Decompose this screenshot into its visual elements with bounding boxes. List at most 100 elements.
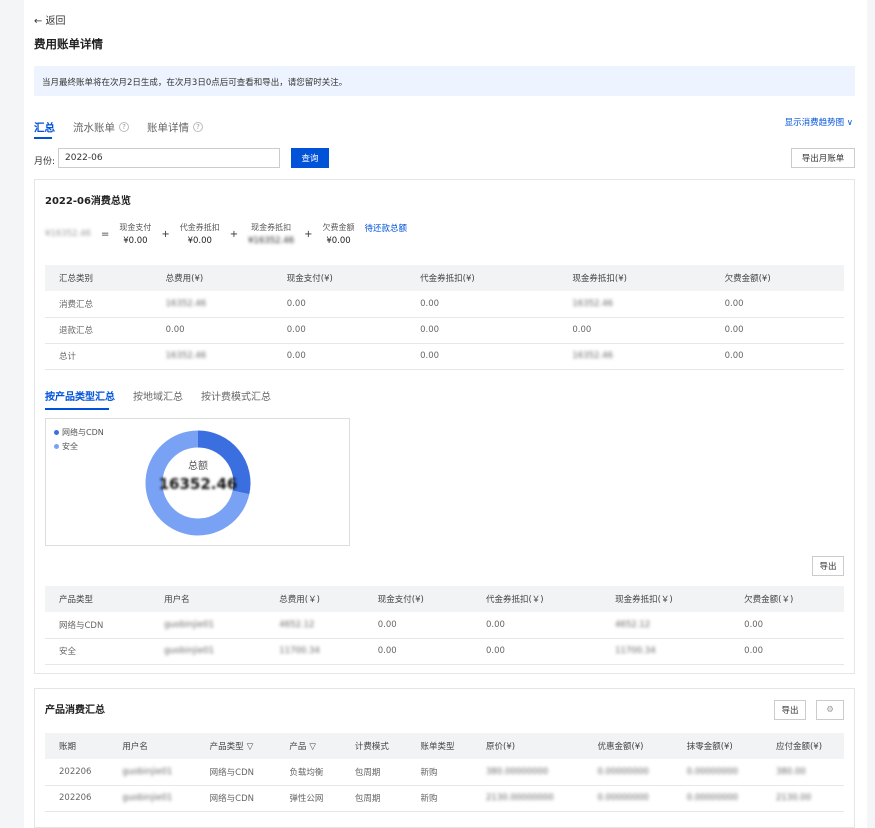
table-cell: 2130.00 — [761, 785, 844, 812]
tab-by-region[interactable]: 按地域汇总 — [133, 388, 183, 403]
filter-icon[interactable]: ▽ — [247, 742, 254, 752]
group-tabs: 按产品类型汇总 按地域汇总 按计费模式汇总 — [45, 388, 289, 403]
group-tab-indicator — [45, 408, 109, 410]
legend-dot — [54, 444, 59, 449]
bill-detail-page: ← 返回 费用账单详情 当月最终账单将在次月2日生成，在次月3日0点后可查看和导… — [24, 0, 867, 828]
export-button[interactable]: 导出 — [774, 700, 806, 720]
column-header: 现金券抵扣(¥) — [558, 265, 711, 291]
table-cell: 0.00 — [710, 291, 844, 318]
cash-coupon-value: ¥16352.46 — [248, 236, 295, 246]
notice-banner: 当月最终账单将在次月2日生成，在次月3日0点后可查看和导出，请您留时关注。 — [34, 66, 855, 96]
tab-flow[interactable]: 流水账单? — [73, 120, 129, 135]
query-button[interactable]: 查询 — [291, 148, 329, 168]
column-header: 计费模式 — [340, 733, 407, 759]
column-header-label: 优惠金额(¥) — [597, 742, 644, 752]
table-cell: 11700.34 — [601, 638, 731, 665]
overview-formula: ¥16352.46 = 现金支付 ¥0.00 + 代金券抵扣 ¥0.00 + 现… — [45, 222, 407, 246]
arrears-label: 欠费金额 — [322, 223, 355, 232]
legend-label: 网络与CDN — [62, 428, 104, 437]
active-tab-indicator — [34, 137, 52, 139]
product-type-table-wrap: 产品类型 用户名 总费用(￥) 现金支付(¥) 代金券抵扣(￥) 现金券抵扣(￥) 欠费金额… — [45, 586, 844, 665]
column-header: 总费用(￥) — [265, 586, 364, 612]
show-trend-link[interactable]: 显示消费趋势图 ∨ — [785, 116, 853, 128]
pending-repay-link[interactable]: 待还款总额 — [365, 222, 408, 234]
arrears-cell: 欠费金额 ¥0.00 — [323, 222, 355, 246]
legend-item: 安全 — [54, 441, 104, 452]
table-cell: 0.00000000 — [672, 759, 762, 786]
tab-detail-label: 账单详情 — [147, 121, 189, 134]
table-cell: 网络与CDN — [195, 759, 276, 786]
tab-detail[interactable]: 账单详情? — [147, 120, 203, 135]
table-cell: 11700.34 — [265, 638, 364, 665]
product-consumption-table: 账期 用户名 产品类型 ▽ 产品 ▽ 计费模式 账单类型 原价(¥) 优惠金额(¥) 抹零金额(¥)… — [45, 733, 844, 812]
table-cell: 0.00 — [471, 638, 602, 665]
column-header: 用户名 — [108, 733, 196, 759]
product-type-table: 产品类型 用户名 总费用(￥) 现金支付(¥) 代金券抵扣(￥) 现金券抵扣(￥) 欠费金额… — [45, 586, 844, 665]
equals-sign: = — [100, 228, 110, 240]
column-header: 欠费金额(¥) — [710, 265, 844, 291]
table-cell: 202206 — [45, 759, 109, 786]
table-cell: 0.00 — [272, 291, 407, 318]
page-title: 费用账单详情 — [34, 37, 103, 51]
top-tabs: 汇总 流水账单? 账单详情? — [34, 118, 221, 136]
table-cell: 202206 — [45, 785, 109, 812]
table-cell: 包周期 — [340, 759, 407, 786]
table-cell: 0.00 — [406, 343, 559, 370]
table-cell: guobinjie01 — [150, 638, 266, 665]
tab-by-product[interactable]: 按产品类型汇总 — [45, 388, 115, 403]
column-header-label: 账期 — [59, 742, 77, 752]
arrears-value: ¥0.00 — [326, 236, 351, 246]
table-cell: 0.00000000 — [583, 785, 673, 812]
tab-summary-label: 汇总 — [34, 121, 55, 134]
tab-summary[interactable]: 汇总 — [34, 120, 55, 135]
help-icon[interactable]: ? — [193, 122, 203, 132]
export-button[interactable]: 导出 — [812, 556, 844, 576]
column-header-label: 应付金额(¥) — [775, 742, 823, 752]
table-row: 202206 guobinjie01 网络与CDN 负载均衡 包周期 新购 380.0000… — [45, 759, 844, 786]
column-header-label: 抹零金额(¥) — [686, 742, 733, 752]
table-cell: 380.00000000 — [472, 759, 584, 786]
table-cell: 0.00 — [151, 317, 273, 344]
chart-legend: 网络与CDN 安全 — [54, 427, 104, 455]
table-row: 总计 16352.46 0.00 0.00 16352.46 0.00 — [45, 343, 844, 370]
table-cell: 16352.46 — [151, 343, 273, 370]
column-header: 现金支付(¥) — [272, 265, 407, 291]
column-header: 账单类型 — [406, 733, 473, 759]
table-cell: 0.00 — [406, 317, 559, 344]
summary-table-wrap: 汇总类别 总费用(¥) 现金支付(¥) 代金券抵扣(¥) 现金券抵扣(¥) 欠费金额(¥)… — [45, 265, 844, 370]
export-month-bill-button[interactable]: 导出月账单 — [791, 148, 855, 168]
column-header: 现金券抵扣(￥) — [601, 586, 731, 612]
table-cell: 2130.00000000 — [472, 785, 584, 812]
column-header-label: 原价(¥) — [486, 742, 516, 752]
column-header: 代金券抵扣(￥) — [471, 586, 602, 612]
plus-sign: + — [161, 228, 170, 240]
tab-flow-label: 流水账单 — [73, 121, 115, 134]
product-consumption-table-wrap: 账期 用户名 产品类型 ▽ 产品 ▽ 计费模式 账单类型 原价(¥) 优惠金额(¥) 抹零金额(¥)… — [45, 733, 844, 812]
table-row: 网络与CDN guobinjie01 4652.12 0.00 0.00 4652.12 0… — [45, 612, 844, 639]
column-header: 抹零金额(¥) — [672, 733, 762, 759]
column-header: 优惠金额(¥) — [583, 733, 673, 759]
table-cell: 0.00 — [406, 291, 559, 318]
voucher-cell: 代金券抵扣 ¥0.00 — [180, 222, 220, 246]
gear-icon[interactable]: ⚙ — [816, 700, 844, 720]
donut-chart-box: 网络与CDN 安全 总额 16352.46 — [45, 418, 350, 546]
column-header: 账期 — [45, 733, 109, 759]
table-cell: 总计 — [45, 343, 152, 370]
filter-icon[interactable]: ▽ — [309, 742, 316, 752]
back-link[interactable]: ← 返回 — [34, 12, 66, 27]
column-header-label: 计费模式 — [354, 742, 389, 752]
table-cell: 4652.12 — [265, 612, 364, 639]
product-consumption-panel: 产品消费汇总 导出 ⚙ 账期 用户名 产品类型 ▽ 产品 ▽ 计费模式 账单类型 原价(¥) 优惠… — [34, 688, 855, 828]
month-input[interactable] — [58, 148, 280, 168]
product-consumption-title: 产品消费汇总 — [45, 705, 105, 716]
table-cell: 4652.12 — [601, 612, 731, 639]
column-header: 原价(¥) — [472, 733, 584, 759]
help-icon[interactable]: ? — [119, 122, 129, 132]
tab-by-billing[interactable]: 按计费模式汇总 — [201, 388, 271, 403]
table-cell: 380.00 — [761, 759, 844, 786]
table-cell: 0.00 — [730, 638, 844, 665]
table-row: 安全 guobinjie01 11700.34 0.00 0.00 11700.34 0.0… — [45, 638, 844, 665]
column-header-label: 用户名 — [122, 742, 148, 752]
table-cell: guobinjie01 — [108, 759, 196, 786]
table-cell: 新购 — [406, 785, 473, 812]
